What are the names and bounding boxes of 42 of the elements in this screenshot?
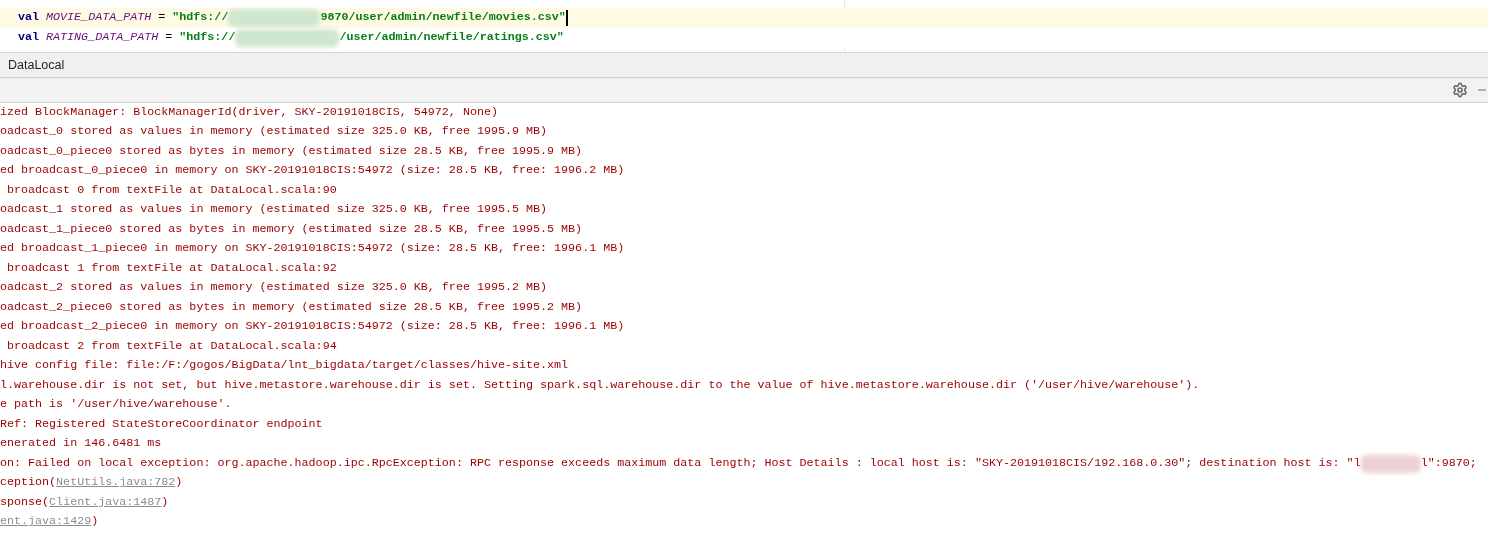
- console-text: broadcast 2 from textFile at DataLocal.scala:94: [6, 337, 337, 355]
- console-text: hive config file: file:/F:/gogos/BigData/lnt_bigdata/target/classes/hive-site.xml: [0, 357, 569, 375]
- code-token: RATING_DATA_PATH: [46, 29, 159, 47]
- code-token: val: [18, 9, 40, 27]
- console-text: sponse(: [0, 493, 50, 511]
- console-text: broadcast 0 from textFile at DataLocal.scala:90: [6, 181, 337, 199]
- console-text: oadcast_0 stored as values in memory (estimated size 325.0 KB, free 1995.9 MB): [0, 123, 548, 141]
- console-text: ception(: [0, 474, 57, 492]
- code-token: =: [158, 9, 166, 27]
- redaction-blur: [1360, 454, 1421, 473]
- console-text: e path is '/user/hive/warehouse'.: [0, 396, 232, 414]
- console-text: broadcast 1 from textFile at DataLocal.scala:92: [6, 259, 337, 277]
- console-text: l":9870;: [1420, 454, 1477, 472]
- code-token: "hdfs://: [172, 9, 229, 27]
- settings-icon[interactable]: [1452, 82, 1468, 98]
- console-text: oadcast_0_piece0 stored as bytes in memory (estimated size 28.5 KB, free 1995.9 MB): [0, 142, 583, 160]
- console-text: enerated in 146.6481 ms: [0, 435, 162, 453]
- code-token: "hdfs://: [179, 29, 236, 47]
- console-text: ed broadcast_1_piece0 in memory on SKY-20191018CIS:54972 (size: 28.5 KB, free: 1996.1 MB): [0, 240, 625, 258]
- source-link[interactable]: Client.java:1487: [49, 493, 162, 512]
- console-text: ed broadcast_2_piece0 in memory on SKY-20191018CIS:54972 (size: 28.5 KB, free: 1996.1 MB): [0, 318, 625, 336]
- text-cursor: [565, 10, 568, 26]
- console-text: ed broadcast_0_piece0 in memory on SKY-20191018CIS:54972 (size: 28.5 KB, free: 1996.2 MB): [0, 162, 625, 180]
- console-tab[interactable]: DataLocal: [8, 55, 65, 75]
- console-text: oadcast_1 stored as values in memory (estimated size 325.0 KB, free 1995.5 MB): [0, 201, 548, 219]
- code-token: =: [165, 29, 173, 47]
- console-text: ): [175, 474, 183, 492]
- console-text: Ref: Registered StateStoreCoordinator endpoint: [0, 415, 323, 433]
- console-text: l.warehouse.dir is not set, but hive.metastore.warehouse.dir is set. Setting spark.sql.warehouse.dir to the value of hive.metastore.warehouse.dir ('/user/hive/warehouse').: [0, 376, 1200, 394]
- console-text: oadcast_1_piece0 stored as bytes in memory (estimated size 28.5 KB, free 1995.5 MB): [0, 220, 583, 238]
- code-token: MOVIE_DATA_PATH: [46, 9, 152, 27]
- source-link[interactable]: NetUtils.java:782: [56, 474, 176, 492]
- console-text: oadcast_2_piece0 stored as bytes in memory (estimated size 28.5 KB, free 1995.2 MB): [0, 298, 583, 316]
- console-text: ized BlockManager: BlockManagerId(driver, SKY-20191018CIS, 54972, None): [0, 103, 498, 121]
- console-text: ): [161, 493, 169, 511]
- code-token: val: [18, 29, 40, 47]
- code-token: /user/admin/newfile/ratings.csv": [339, 29, 564, 47]
- source-link[interactable]: ent.java:1429: [0, 513, 92, 531]
- console-text: oadcast_2 stored as values in memory (estimated size 325.0 KB, free 1995.2 MB): [0, 279, 548, 297]
- console-text: ): [91, 513, 99, 531]
- code-token: 9870/user/admin/newfile/movies.csv": [320, 9, 566, 27]
- console-text: on: Failed on local exception: org.apache.hadoop.ipc.RpcException: RPC response exceeds maximum data length; Host Details : local host is: "SKY-20191018CIS/192.168.0.30"; destination host is: "l: [0, 454, 1361, 472]
